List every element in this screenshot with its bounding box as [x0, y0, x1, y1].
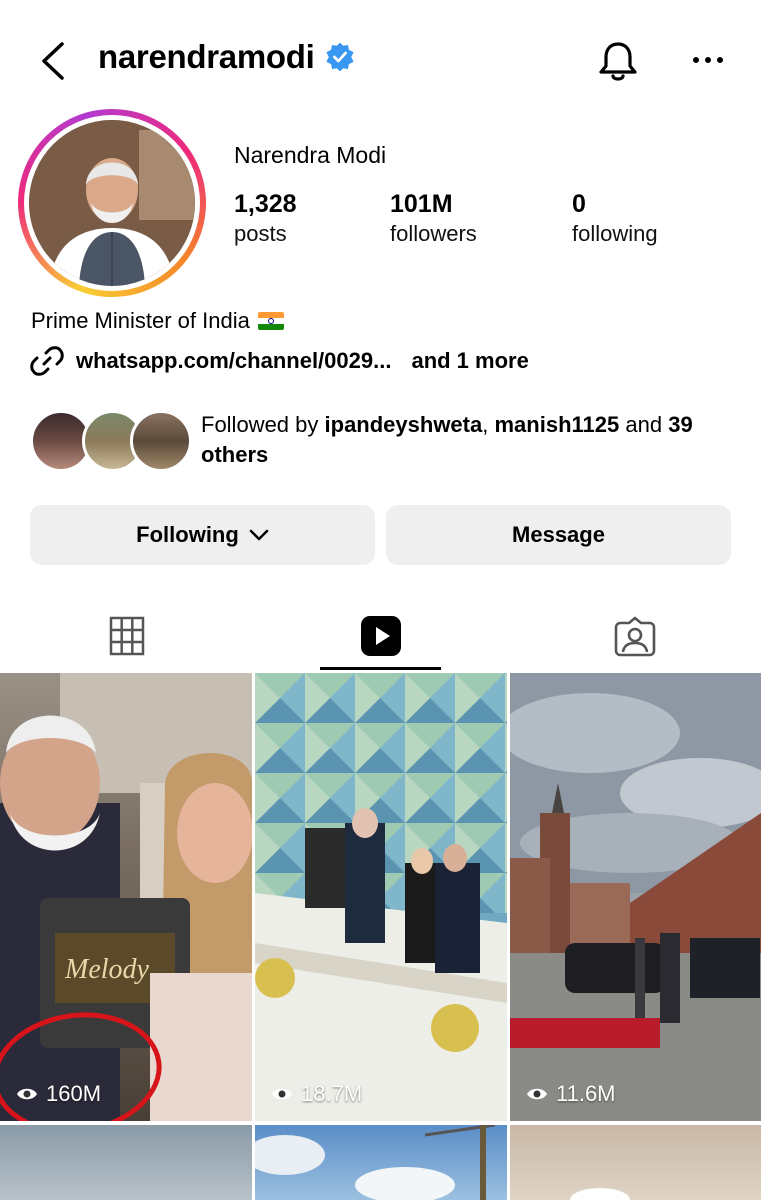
- following-button-label: Following: [136, 522, 239, 547]
- followers-count: 101M: [390, 190, 453, 218]
- mutual-user-1[interactable]: ipandeyshweta: [325, 412, 483, 437]
- followed-by-text[interactable]: Followed by ipandeyshweta, manish1125 an…: [201, 410, 741, 470]
- following-label: following: [572, 221, 658, 246]
- mutual-user-2[interactable]: manish1125: [494, 412, 619, 437]
- more-options-icon[interactable]: [688, 50, 728, 70]
- eye-icon: [272, 1088, 292, 1100]
- verified-badge-icon: [326, 42, 355, 72]
- reels-grid: Melody 160M 18.7M 11.6M: [0, 673, 761, 1200]
- india-flag-icon: [257, 312, 284, 330]
- followed-by-separator: ,: [482, 412, 489, 437]
- notification-bell-icon[interactable]: [596, 38, 640, 84]
- followers-label: followers: [390, 221, 477, 246]
- reel-views-3: 11.6M: [526, 1081, 616, 1107]
- reel-views-2: 18.7M: [271, 1081, 362, 1107]
- profile-link[interactable]: whatsapp.com/channel/0029... and 1 more: [30, 344, 529, 378]
- link-more-text: and 1 more: [411, 348, 529, 373]
- message-button[interactable]: Message: [386, 505, 731, 565]
- reel-thumbnail-3: [510, 673, 761, 1121]
- posts-stat[interactable]: 1,328 posts: [234, 190, 297, 247]
- chevron-down-icon: [249, 529, 269, 541]
- posts-label: posts: [234, 221, 287, 246]
- mutual-followers-avatars[interactable]: [30, 410, 192, 472]
- tagged-icon: [614, 616, 655, 657]
- svg-text:Melody: Melody: [64, 954, 150, 985]
- mutual-others: others: [201, 442, 269, 467]
- reel-views-count-2: 18.7M: [301, 1081, 363, 1106]
- following-stat[interactable]: 0 following: [572, 190, 658, 247]
- reel-views-count-1: 160M: [46, 1081, 102, 1106]
- display-name: Narendra Modi: [234, 142, 387, 168]
- reel-tile-4[interactable]: [0, 1125, 252, 1200]
- tab-reels[interactable]: [254, 600, 507, 672]
- link-text: whatsapp.com/channel/0029...: [76, 348, 392, 373]
- reel-views-1: 160M: [16, 1081, 101, 1107]
- profile-avatar[interactable]: [18, 109, 206, 297]
- mutual-avatar-3: [130, 410, 192, 472]
- profile-username-header: narendramodi: [98, 38, 356, 76]
- followed-by-prefix: Followed by: [201, 412, 319, 437]
- top-bar: narendramodi: [0, 0, 761, 120]
- bio-text: Prime Minister of India: [31, 308, 250, 333]
- active-tab-indicator: [320, 667, 441, 670]
- reel-tile-6[interactable]: [510, 1125, 761, 1200]
- username: narendramodi: [98, 38, 315, 75]
- back-arrow-icon[interactable]: [36, 38, 72, 84]
- mutual-count: 39: [668, 412, 693, 437]
- reel-thumbnail-6: [570, 1188, 630, 1200]
- followers-stat[interactable]: 101M followers: [390, 190, 477, 247]
- eye-icon: [17, 1088, 37, 1100]
- reel-views-count-3: 11.6M: [556, 1081, 616, 1106]
- link-icon: [30, 346, 64, 376]
- reel-tile-2[interactable]: 18.7M: [255, 673, 507, 1121]
- eye-icon: [527, 1088, 547, 1100]
- tab-tagged[interactable]: [508, 600, 761, 672]
- followed-by-and: and: [625, 412, 663, 437]
- reel-thumbnail-5: [255, 1125, 496, 1200]
- profile-tabs: [0, 600, 761, 672]
- reel-tile-3[interactable]: 11.6M: [510, 673, 761, 1121]
- grid-icon: [109, 616, 144, 656]
- bio: Prime Minister of India: [31, 308, 284, 334]
- following-count: 0: [572, 190, 586, 218]
- reel-thumbnail-2: [255, 673, 507, 1121]
- tab-posts[interactable]: [0, 600, 253, 672]
- reel-tile-5[interactable]: [255, 1125, 507, 1200]
- message-button-label: Message: [512, 522, 605, 547]
- posts-count: 1,328: [234, 190, 297, 218]
- reels-icon: [360, 616, 401, 656]
- following-button[interactable]: Following: [30, 505, 375, 565]
- avatar-photo: [29, 120, 195, 286]
- reel-tile-1[interactable]: Melody 160M: [0, 673, 252, 1121]
